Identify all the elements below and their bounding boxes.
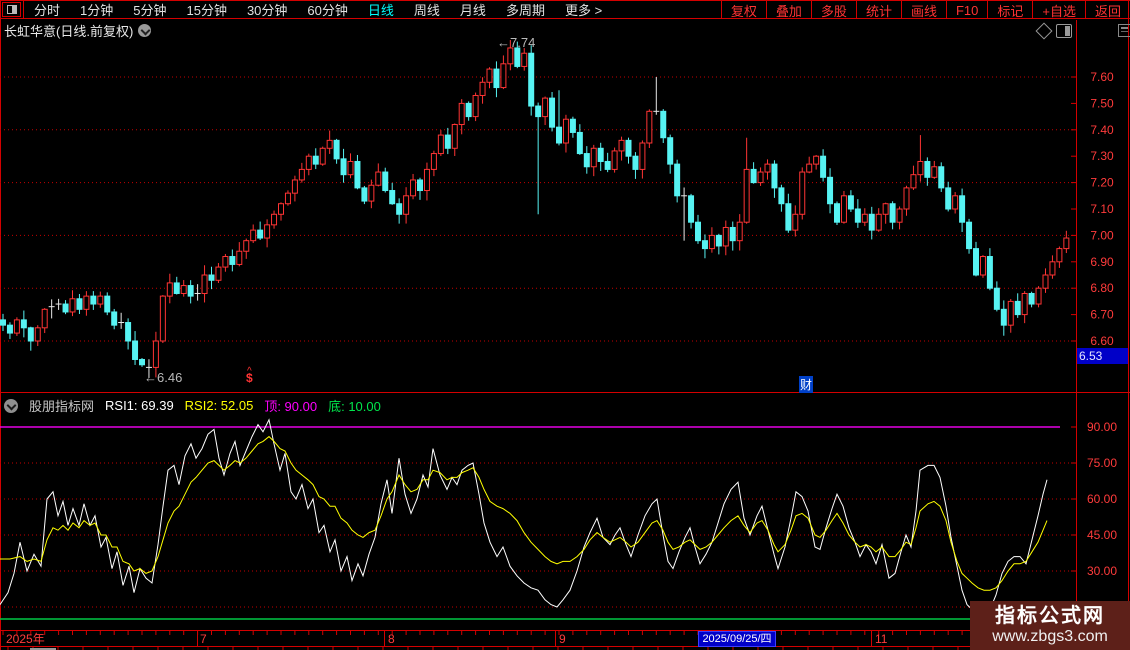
svg-text:6.80: 6.80 [1090,281,1114,295]
window-icon[interactable] [1118,24,1130,37]
page-title: 长虹华意(日线.前复权) [4,24,134,39]
candles-layer [0,40,1070,378]
collapse-chevron-icon[interactable] [4,398,18,413]
top-threshold: 顶: 90.00 [264,399,318,414]
svg-text:7: 7 [200,632,207,646]
rsi-line-RSI1 [0,418,1048,615]
svg-text:75.00: 75.00 [1087,456,1117,470]
svg-text:7.00: 7.00 [1090,228,1114,242]
svg-text:7.10: 7.10 [1090,202,1114,216]
indicator-header: 股朋指标网 RSI1: 69.39 RSI2: 52.05 顶: 90.00 底… [4,396,381,415]
overlay-tag: 财 [799,376,814,393]
svg-text:30.00: 30.00 [1087,564,1117,578]
buy-signal-marker: ^ $ [246,366,253,385]
watermark-title: 指标公式网 [995,605,1105,627]
price-crosshair-badge: 6.53 [1077,348,1128,364]
svg-text:60.00: 60.00 [1087,492,1117,506]
high-annotation: ←7.74 [497,35,536,50]
rsi-line-RSI2 [0,435,1048,591]
app-window: 7.60 7.50 7.40 7.30 7.20 7.10 7.00 6.90 6.80 6.70… [0,0,1130,650]
svg-text:7.50: 7.50 [1090,96,1114,110]
svg-text:6.90: 6.90 [1090,255,1114,269]
svg-text:7.60: 7.60 [1090,70,1114,84]
rsi1-value: RSI1: 69.39 [105,398,174,413]
watermark-url: www.zbgs3.com [992,628,1108,645]
diamond-icon[interactable] [1035,22,1053,40]
watermark: 指标公式网 www.zbgs3.com [970,601,1130,650]
candlestick-rsi-chart[interactable]: 7.60 7.50 7.40 7.30 7.20 7.10 7.00 6.90 6.80 6.70… [0,0,1130,650]
titlebar-icons [1035,22,1072,40]
svg-text:6.70: 6.70 [1090,308,1114,322]
svg-text:2025年: 2025年 [6,632,45,646]
svg-text:7.30: 7.30 [1090,149,1114,163]
svg-text:8: 8 [388,632,395,646]
svg-text:7.40: 7.40 [1090,123,1114,137]
svg-text:7.20: 7.20 [1090,176,1114,190]
bottom-threshold: 底: 10.00 [328,399,381,414]
svg-text:45.00: 45.00 [1087,528,1117,542]
svg-text:11: 11 [875,632,888,646]
svg-text:6.60: 6.60 [1090,334,1114,348]
date-crosshair-badge: 2025/09/25/四 [698,631,776,647]
indicator-source: 股朋指标网 [29,399,95,414]
low-annotation: ←6.46 [144,370,183,385]
svg-text:9: 9 [559,632,566,646]
chevron-down-icon[interactable] [138,24,152,37]
chart-titlebar: 长虹华意(日线.前复权) [4,21,152,40]
svg-text:90.00: 90.00 [1087,420,1117,434]
layout-icon[interactable] [1056,24,1072,38]
rsi2-value: RSI2: 52.05 [184,398,254,413]
